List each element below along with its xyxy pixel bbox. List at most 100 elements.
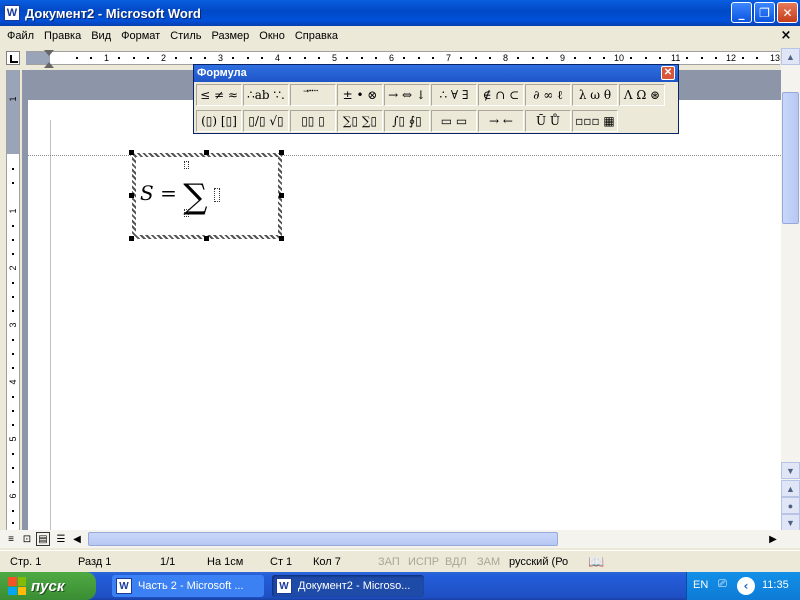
logical-symbols-button[interactable]: ∴ ∀ ∃ — [431, 84, 477, 106]
spaces-ellipses-button[interactable]: ∴ab ∵. — [243, 84, 289, 106]
start-button[interactable]: пуск — [0, 572, 96, 600]
outline-view-icon[interactable]: ☰ — [54, 532, 68, 546]
language-indicator[interactable]: EN — [693, 579, 708, 591]
ruler-tick: 3 — [218, 53, 224, 63]
embellishments-button[interactable]: ⃗ ⃛ ⃜ — [290, 84, 336, 106]
ruler-tick: 4 — [8, 379, 18, 385]
status-overtype[interactable]: ЗАМ — [477, 556, 500, 568]
menu-size[interactable]: Размер — [206, 30, 254, 42]
resize-handle[interactable] — [129, 193, 134, 198]
formula-expression[interactable]: S = ∑ — [140, 177, 220, 217]
status-track-changes[interactable]: ИСПР — [408, 556, 439, 568]
browse-object-button[interactable]: ● — [781, 497, 800, 514]
summation-templates-button[interactable]: ∑▯ ∑▯ — [337, 110, 383, 132]
formula-toolbar-close-button[interactable]: ✕ — [661, 66, 675, 80]
window-title: Документ2 - Microsoft Word — [25, 5, 201, 21]
scroll-up-button[interactable]: ▲ — [781, 48, 800, 65]
scroll-down-button[interactable]: ▼ — [781, 462, 800, 479]
bar-templates-button[interactable]: ▭ ▭ — [431, 110, 477, 132]
scroll-right-icon[interactable]: ▶ — [766, 532, 780, 546]
menu-help[interactable]: Справка — [290, 30, 343, 42]
close-button[interactable]: ✕ — [777, 2, 798, 23]
taskbar-item-label: Документ2 - Microso... — [298, 580, 411, 592]
status-bar: Стр. 1 Разд 1 1/1 На 1см Ст 1 Кол 7 ЗАП … — [0, 550, 800, 572]
matrix-templates-button[interactable]: ▫▫▫ ▦ — [572, 110, 618, 132]
windows-logo-icon — [8, 577, 26, 595]
tab-selector-button[interactable] — [6, 51, 20, 65]
formula-object[interactable]: S = ∑ — [132, 153, 282, 239]
previous-page-button[interactable]: ▲ — [781, 480, 800, 497]
left-indent-marker[interactable] — [44, 62, 54, 68]
formula-toolbar-title-text: Формула — [197, 67, 247, 79]
menu-format[interactable]: Формат — [116, 30, 165, 42]
sum-lower-limit-slot[interactable] — [184, 209, 189, 217]
horizontal-scroll-thumb[interactable] — [88, 532, 558, 546]
spelling-check-icon[interactable]: 📖 — [588, 554, 604, 570]
fence-templates-button[interactable]: (▯) [▯] — [196, 110, 242, 132]
maximize-button[interactable]: ❐ — [754, 2, 775, 23]
resize-handle[interactable] — [129, 236, 134, 241]
resize-handle[interactable] — [279, 193, 284, 198]
resize-handle[interactable] — [279, 150, 284, 155]
minimize-button[interactable]: _ — [731, 2, 752, 23]
network-icon[interactable]: ⎚ — [718, 578, 727, 591]
show-hidden-icons-icon[interactable]: ‹ — [737, 577, 755, 595]
formula-toolbar-title[interactable]: Формула ✕ — [194, 65, 678, 82]
word-app-icon[interactable]: W — [4, 5, 20, 21]
arrow-symbols-button[interactable]: → ⇔ ↓ — [384, 84, 430, 106]
horizontal-ruler[interactable]: 1 2 3 4 5 6 7 8 9 10 11 12 13 — [26, 51, 780, 65]
ruler-tick: 2 — [161, 53, 167, 63]
resize-handle[interactable] — [279, 236, 284, 241]
ruler-tick: 6 — [389, 53, 395, 63]
greek-uppercase-button[interactable]: Λ Ω ⊛ — [619, 84, 665, 106]
clock[interactable]: 11:35 — [762, 579, 789, 591]
status-language: русский (Ро — [509, 556, 569, 568]
products-set-templates-button[interactable]: Ū Ů — [525, 110, 571, 132]
relational-symbols-button[interactable]: ≤ ≠ ≈ — [196, 84, 242, 106]
vertical-scrollbar[interactable]: ▲ ▼ ▲ ● ▼ — [781, 48, 800, 531]
taskbar: пуск W Часть 2 - Microsoft ... W Докумен… — [0, 572, 800, 600]
sum-upper-limit-slot[interactable] — [184, 161, 189, 169]
misc-symbols-button[interactable]: ∂ ∞ ℓ — [525, 84, 571, 106]
menu-style[interactable]: Стиль — [165, 30, 206, 42]
formula-toolbar-row-symbols: ≤ ≠ ≈ ∴ab ∵. ⃗ ⃛ ⃜ ± • ⊗ → ⇔ ↓ ∴ ∀ ∃ ∉ ∩… — [196, 84, 676, 108]
taskbar-item-part2[interactable]: W Часть 2 - Microsoft ... — [112, 575, 264, 597]
fraction-radical-templates-button[interactable]: ▯/▯ √▯ — [243, 110, 289, 132]
taskbar-item-label: Часть 2 - Microsoft ... — [138, 580, 244, 592]
menu-bar: Файл Правка Вид Формат Стиль Размер Окно… — [0, 26, 800, 46]
horizontal-scroll-row: ≡ ⊡ ▤ ☰ ◀ ▶ — [0, 530, 800, 548]
document-page[interactable]: S = ∑ — [28, 100, 781, 530]
menu-view[interactable]: Вид — [86, 30, 116, 42]
greek-lowercase-button[interactable]: λ ω θ — [572, 84, 618, 106]
vertical-scroll-thumb[interactable] — [782, 92, 799, 224]
operator-symbols-button[interactable]: ± • ⊗ — [337, 84, 383, 106]
scroll-left-icon[interactable]: ◀ — [70, 532, 84, 546]
sum-body-slot[interactable] — [213, 187, 220, 202]
integral-templates-button[interactable]: ∫▯ ∮▯ — [384, 110, 430, 132]
resize-handle[interactable] — [204, 150, 209, 155]
status-extend[interactable]: ВДЛ — [445, 556, 467, 568]
vertical-ruler[interactable]: 1 1 2 3 4 5 6 — [6, 70, 20, 530]
status-page: Стр. 1 — [10, 556, 42, 568]
web-view-icon[interactable]: ⊡ — [20, 532, 34, 546]
menu-file[interactable]: Файл — [2, 30, 39, 42]
print-layout-view-icon[interactable]: ▤ — [36, 532, 50, 546]
ruler-tick: 13 — [770, 53, 781, 63]
resize-handle[interactable] — [204, 236, 209, 241]
set-theory-symbols-button[interactable]: ∉ ∩ ⊂ — [478, 84, 524, 106]
next-page-button[interactable]: ▼ — [781, 514, 800, 531]
labeled-arrow-templates-button[interactable]: → ← — [478, 110, 524, 132]
subscript-superscript-templates-button[interactable]: ▯▯ ▯ — [290, 110, 336, 132]
menu-edit[interactable]: Правка — [39, 30, 86, 42]
ruler-tick: 12 — [726, 53, 737, 63]
status-record[interactable]: ЗАП — [378, 556, 400, 568]
resize-handle[interactable] — [129, 150, 134, 155]
menu-window[interactable]: Окно — [254, 30, 290, 42]
document-area[interactable]: S = ∑ — [22, 70, 781, 530]
taskbar-item-document2[interactable]: W Документ2 - Microso... — [272, 575, 424, 597]
ruler-tick: 1 — [104, 53, 110, 63]
document-close-button[interactable]: × — [778, 28, 794, 43]
first-line-indent-marker[interactable] — [44, 50, 54, 56]
formula-toolbar[interactable]: Формула ✕ ≤ ≠ ≈ ∴ab ∵. ⃗ ⃛ ⃜ ± • ⊗ → ⇔ ↓… — [193, 64, 679, 134]
normal-view-icon[interactable]: ≡ — [4, 532, 18, 546]
